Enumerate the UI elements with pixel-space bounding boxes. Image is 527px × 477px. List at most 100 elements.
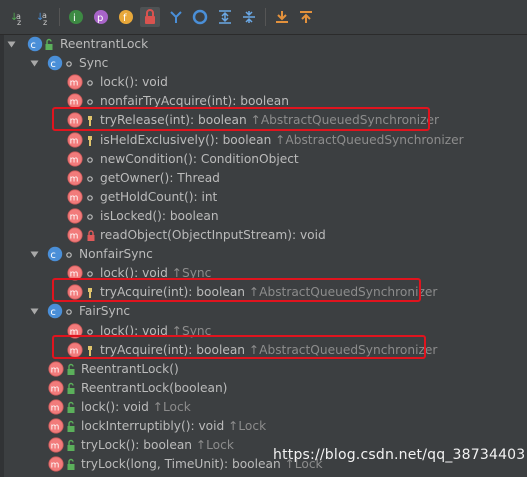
- tree-member-row[interactable]: m ReentrantLock(boolean): [0, 379, 527, 398]
- inherited-from: ↑AbstractQueuedSynchronizer: [275, 132, 464, 147]
- member-signature: lock(): void: [100, 75, 168, 90]
- class-icon: c: [47, 246, 63, 262]
- show-fields-icon[interactable]: f: [116, 7, 136, 27]
- expand-arrow-icon[interactable]: [30, 59, 39, 68]
- member-signature: ReentrantLock(boolean): [81, 380, 228, 395]
- svg-text:m: m: [51, 403, 60, 413]
- method-icon: m: [48, 437, 64, 453]
- package-visibility-icon: [66, 252, 72, 258]
- svg-text:m: m: [51, 384, 60, 394]
- tree-member-row[interactable]: m getOwner(): Thread: [0, 169, 527, 188]
- svg-text:c: c: [30, 40, 36, 51]
- svg-text:f: f: [123, 13, 127, 24]
- svg-text:c: c: [50, 307, 56, 318]
- tree-class-node[interactable]: c NonfairSync: [0, 245, 527, 264]
- expand-all-icon[interactable]: [215, 7, 235, 27]
- highlight-box-nonfair-tryAcquire: [52, 278, 421, 302]
- public-visibility-icon: [67, 363, 75, 375]
- public-visibility-icon: [67, 382, 75, 394]
- method-icon: m: [67, 131, 83, 148]
- member-signature: isLocked(): boolean: [100, 208, 219, 223]
- expand-arrow-icon[interactable]: [30, 307, 39, 316]
- tree-member-row[interactable]: m getHoldCount(): int: [0, 188, 527, 207]
- public-visibility-icon: [67, 401, 75, 413]
- svg-text:p: p: [97, 13, 103, 24]
- autoscroll-from-source-icon[interactable]: [296, 7, 316, 27]
- member-signature: FairSync: [79, 304, 131, 319]
- highlight-box-tryRelease: [52, 107, 430, 131]
- method-icon: m: [48, 418, 64, 434]
- tree-member-row[interactable]: m readObject(ObjectInputStream): void: [0, 226, 527, 245]
- member-signature: getOwner(): Thread: [100, 170, 220, 185]
- autoscroll-icon[interactable]: [190, 7, 210, 27]
- highlight-box-fair-tryAcquire: [52, 335, 426, 359]
- package-visibility-icon: [87, 214, 93, 220]
- tree-root-node[interactable]: c ReentrantLock: [0, 35, 527, 54]
- svg-text:m: m: [70, 155, 79, 165]
- show-non-public-icon[interactable]: [140, 7, 160, 27]
- svg-text:i: i: [73, 13, 76, 24]
- svg-text:m: m: [51, 442, 60, 452]
- inherited-from: ↑Lock: [228, 419, 267, 433]
- svg-text:m: m: [70, 232, 79, 242]
- package-visibility-icon: [66, 309, 72, 316]
- show-inherited-icon[interactable]: i: [66, 7, 86, 27]
- public-visibility-icon: [45, 38, 53, 50]
- svg-text:m: m: [70, 212, 79, 222]
- method-icon: m: [67, 170, 83, 186]
- svg-text:c: c: [50, 250, 56, 261]
- class-icon: c: [27, 36, 43, 52]
- svg-text:m: m: [70, 174, 79, 184]
- member-signature: isHeldExclusively(): boolean ↑AbstractQu…: [100, 132, 464, 147]
- method-icon: m: [67, 189, 83, 205]
- member-signature: tryLock(): boolean ↑Lock: [81, 438, 234, 453]
- member-signature: newCondition(): ConditionObject: [100, 151, 299, 166]
- expand-arrow-icon[interactable]: [30, 250, 39, 259]
- tree-member-row[interactable]: m isLocked(): boolean: [0, 207, 527, 226]
- svg-text:m: m: [70, 136, 79, 146]
- inherited-from: ↑Lock: [152, 399, 191, 414]
- svg-text:m: m: [51, 365, 60, 375]
- protected-visibility-icon: [88, 135, 92, 146]
- tree-class-node[interactable]: c Sync: [0, 54, 527, 73]
- package-visibility-icon: [87, 175, 93, 182]
- member-signature: lock(): void ↑Lock: [81, 399, 191, 414]
- method-icon: m: [67, 74, 83, 90]
- member-signature: Sync: [79, 56, 109, 71]
- sort-visibility-icon[interactable]: ↓ a z: [8, 7, 28, 27]
- svg-text:m: m: [70, 79, 79, 89]
- package-visibility-icon: [66, 61, 72, 67]
- autoscroll-to-source-icon[interactable]: [272, 7, 292, 27]
- method-icon: m: [48, 380, 64, 396]
- tree-member-row[interactable]: m ReentrantLock(): [0, 360, 527, 379]
- show-lambdas-icon[interactable]: [166, 7, 186, 27]
- structure-toolbar: ↓ a z ↓ a z i p f: [0, 0, 527, 35]
- member-signature: lockInterruptibly(): void ↑Lock: [81, 419, 267, 433]
- member-signature: NonfairSync: [79, 247, 153, 262]
- sort-alpha-icon[interactable]: ↓ a z: [34, 7, 54, 27]
- member-signature: ReentrantLock(): [81, 361, 179, 376]
- tree-class-node[interactable]: c FairSync: [0, 302, 527, 321]
- svg-text:m: m: [51, 461, 60, 471]
- package-visibility-icon: [87, 194, 93, 201]
- public-visibility-icon: [67, 439, 75, 452]
- watermark: https://blog.csdn.net/qq_38734403: [273, 447, 526, 463]
- package-visibility-icon: [87, 80, 93, 86]
- tree-member-row[interactable]: m lockInterruptibly(): void ↑Lock: [0, 417, 527, 436]
- expand-arrow-icon[interactable]: [7, 40, 16, 49]
- svg-text:z: z: [17, 18, 21, 26]
- member-signature: ReentrantLock: [60, 37, 149, 51]
- collapse-all-icon[interactable]: [239, 7, 259, 27]
- method-icon: m: [67, 150, 83, 167]
- svg-text:c: c: [50, 59, 56, 70]
- tree-member-row[interactable]: m isHeldExclusively(): boolean ↑AbstractQ…: [0, 131, 527, 150]
- show-properties-icon[interactable]: p: [91, 7, 111, 27]
- member-signature: readObject(ObjectInputStream): void: [100, 228, 326, 242]
- method-icon: m: [48, 399, 64, 415]
- svg-text:z: z: [43, 18, 47, 26]
- tree-member-row[interactable]: m lock(): void: [0, 73, 527, 92]
- tree-member-row[interactable]: m lock(): void ↑Lock: [0, 398, 527, 417]
- private-visibility-icon: [87, 230, 95, 241]
- tree-member-row[interactable]: m newCondition(): ConditionObject: [0, 150, 527, 169]
- svg-text:m: m: [70, 193, 79, 203]
